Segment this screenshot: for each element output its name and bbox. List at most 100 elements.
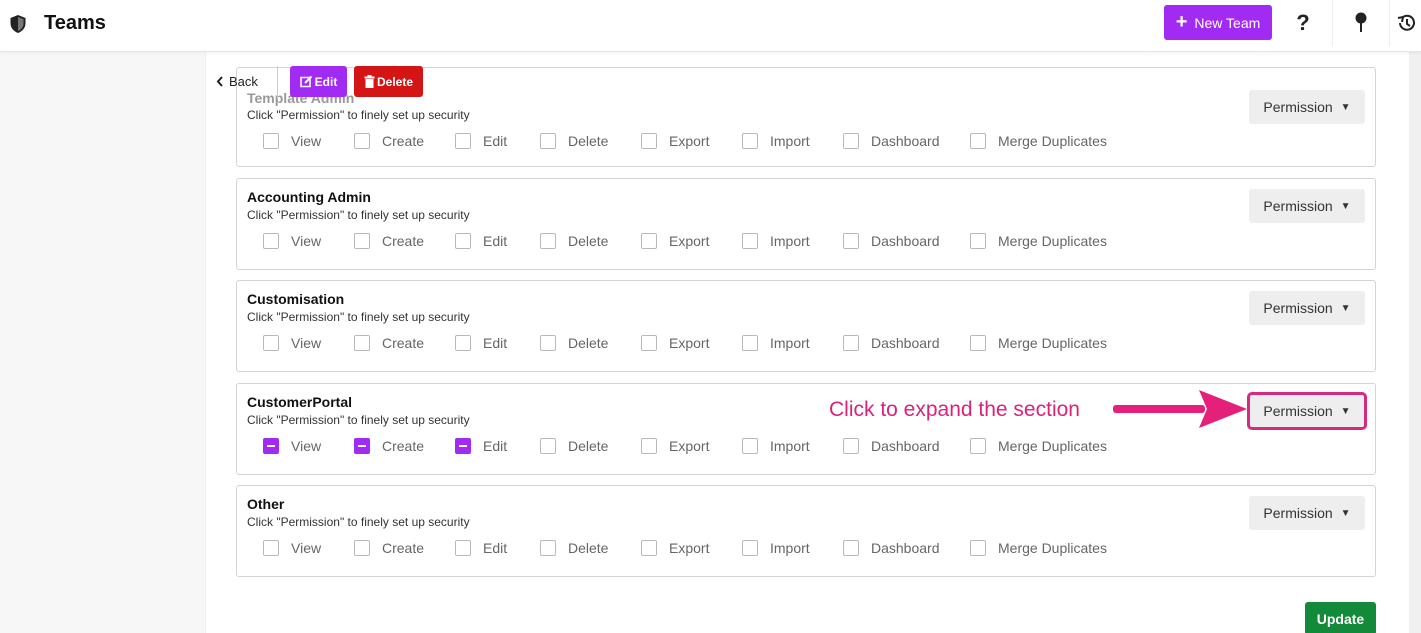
checkbox[interactable] <box>455 438 471 454</box>
checkbox[interactable] <box>263 540 279 556</box>
chevron-down-icon: ▼ <box>1340 302 1351 314</box>
permission-option-delete[interactable]: Delete <box>540 133 608 149</box>
annotation-callout: Click to expand the section <box>829 398 1080 421</box>
checkbox[interactable] <box>354 438 370 454</box>
checkbox[interactable] <box>263 133 279 149</box>
checkbox[interactable] <box>641 133 657 149</box>
checkbox[interactable] <box>263 233 279 249</box>
permission-option-export[interactable]: Export <box>641 540 709 556</box>
permission-option-view[interactable]: View <box>263 540 321 556</box>
permission-option-view[interactable]: View <box>263 133 321 149</box>
checkbox[interactable] <box>843 438 859 454</box>
permission-dropdown-button[interactable]: Permission ▼ <box>1247 392 1367 430</box>
permission-option-merge-duplicates[interactable]: Merge Duplicates <box>970 133 1107 149</box>
checkbox[interactable] <box>455 233 471 249</box>
checkbox[interactable] <box>843 133 859 149</box>
pin-button[interactable] <box>1332 0 1388 46</box>
permission-option-dashboard[interactable]: Dashboard <box>843 335 940 351</box>
back-button[interactable]: Back <box>216 74 258 89</box>
permission-option-merge-duplicates[interactable]: Merge Duplicates <box>970 438 1107 454</box>
checkbox[interactable] <box>970 540 986 556</box>
permission-dropdown-button[interactable]: Permission ▼ <box>1249 291 1365 325</box>
permission-option-delete[interactable]: Delete <box>540 540 608 556</box>
permission-option-export[interactable]: Export <box>641 335 709 351</box>
permission-option-delete[interactable]: Delete <box>540 233 608 249</box>
permission-option-import[interactable]: Import <box>742 335 810 351</box>
checkbox[interactable] <box>263 335 279 351</box>
checkbox[interactable] <box>742 335 758 351</box>
permission-option-import[interactable]: Import <box>742 438 810 454</box>
checkbox[interactable] <box>354 233 370 249</box>
checkbox-label: View <box>291 335 322 351</box>
checkbox[interactable] <box>540 335 556 351</box>
checkbox[interactable] <box>641 335 657 351</box>
permission-option-merge-duplicates[interactable]: Merge Duplicates <box>970 540 1107 556</box>
permission-option-merge-duplicates[interactable]: Merge Duplicates <box>970 335 1107 351</box>
checkbox[interactable] <box>354 540 370 556</box>
checkbox[interactable] <box>970 233 986 249</box>
permission-dropdown-button[interactable]: Permission ▼ <box>1249 496 1365 530</box>
checkbox[interactable] <box>455 540 471 556</box>
permission-option-edit[interactable]: Edit <box>455 133 507 149</box>
checkbox-label: View <box>291 540 322 556</box>
permission-option-view[interactable]: View <box>263 233 321 249</box>
permission-dropdown-button[interactable]: Permission ▼ <box>1249 189 1365 223</box>
permission-option-merge-duplicates[interactable]: Merge Duplicates <box>970 233 1107 249</box>
permission-option-create[interactable]: Create <box>354 438 424 454</box>
permission-option-view[interactable]: View <box>263 335 321 351</box>
permission-option-edit[interactable]: Edit <box>455 438 507 454</box>
permission-option-dashboard[interactable]: Dashboard <box>843 438 940 454</box>
checkbox[interactable] <box>455 133 471 149</box>
checkbox[interactable] <box>970 335 986 351</box>
checkbox[interactable] <box>970 438 986 454</box>
checkbox[interactable] <box>742 540 758 556</box>
chevron-down-icon: ▼ <box>1340 101 1351 113</box>
new-team-button[interactable]: + New Team <box>1164 5 1272 40</box>
permission-option-delete[interactable]: Delete <box>540 438 608 454</box>
permission-option-create[interactable]: Create <box>354 335 424 351</box>
checkbox[interactable] <box>843 233 859 249</box>
delete-button[interactable]: Delete <box>354 66 423 97</box>
permission-option-edit[interactable]: Edit <box>455 540 507 556</box>
checkbox-label: Dashboard <box>871 540 940 556</box>
update-button[interactable]: Update <box>1305 602 1376 633</box>
checkbox[interactable] <box>641 233 657 249</box>
permission-option-dashboard[interactable]: Dashboard <box>843 233 940 249</box>
checkbox[interactable] <box>354 133 370 149</box>
checkbox-label: Create <box>382 133 425 149</box>
permission-option-edit[interactable]: Edit <box>455 233 507 249</box>
permission-option-create[interactable]: Create <box>354 540 424 556</box>
checkbox[interactable] <box>843 335 859 351</box>
scrollbar[interactable] <box>1410 52 1421 633</box>
checkbox[interactable] <box>263 438 279 454</box>
permission-option-import[interactable]: Import <box>742 233 810 249</box>
permission-option-import[interactable]: Import <box>742 133 810 149</box>
help-button[interactable]: ? <box>1275 0 1331 46</box>
checkbox[interactable] <box>742 438 758 454</box>
permission-option-dashboard[interactable]: Dashboard <box>843 540 940 556</box>
checkbox[interactable] <box>970 133 986 149</box>
checkbox[interactable] <box>742 233 758 249</box>
permission-option-create[interactable]: Create <box>354 233 424 249</box>
checkbox[interactable] <box>641 438 657 454</box>
checkbox[interactable] <box>455 335 471 351</box>
edit-button[interactable]: Edit <box>290 66 347 97</box>
checkbox[interactable] <box>354 335 370 351</box>
permission-option-export[interactable]: Export <box>641 233 709 249</box>
permission-option-export[interactable]: Export <box>641 133 709 149</box>
history-button[interactable] <box>1389 0 1421 46</box>
checkbox[interactable] <box>540 233 556 249</box>
permission-option-edit[interactable]: Edit <box>455 335 507 351</box>
checkbox[interactable] <box>641 540 657 556</box>
permission-option-dashboard[interactable]: Dashboard <box>843 133 940 149</box>
checkbox[interactable] <box>843 540 859 556</box>
permission-option-import[interactable]: Import <box>742 540 810 556</box>
checkbox[interactable] <box>742 133 758 149</box>
permission-option-view[interactable]: View <box>263 438 321 454</box>
checkbox[interactable] <box>540 438 556 454</box>
checkbox[interactable] <box>540 133 556 149</box>
permission-option-create[interactable]: Create <box>354 133 424 149</box>
permission-option-export[interactable]: Export <box>641 438 709 454</box>
permission-option-delete[interactable]: Delete <box>540 335 608 351</box>
checkbox[interactable] <box>540 540 556 556</box>
